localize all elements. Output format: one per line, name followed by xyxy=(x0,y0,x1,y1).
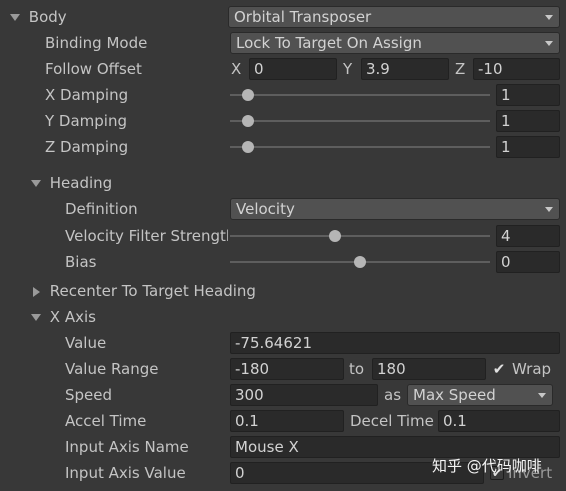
binding-mode-dropdown[interactable]: Lock To Target On Assign xyxy=(230,32,560,54)
dropdown-caret-icon xyxy=(545,207,553,212)
y-damping-field[interactable]: 1 xyxy=(496,110,560,132)
speed-as-label: as xyxy=(384,386,402,404)
x-axis-foldout[interactable]: X Axis xyxy=(31,306,96,328)
follow-offset-label: Follow Offset xyxy=(45,60,142,78)
value-range-min-field[interactable]: -180 xyxy=(230,358,344,380)
value-range-to-label: to xyxy=(349,360,365,378)
slider-thumb[interactable] xyxy=(354,256,366,268)
x-damping-slider[interactable] xyxy=(230,84,490,106)
foldout-expanded-icon xyxy=(31,180,41,187)
slider-thumb[interactable] xyxy=(242,89,254,101)
binding-mode-label: Binding Mode xyxy=(45,34,148,52)
slider-track xyxy=(230,146,490,148)
body-label: Body xyxy=(28,8,67,26)
decel-time-label: Decel Time xyxy=(350,412,434,430)
body-foldout[interactable]: Body xyxy=(10,6,67,28)
slider-track xyxy=(230,94,490,96)
definition-label: Definition xyxy=(65,200,138,218)
watermark-text: 知乎 @代码咖啡 xyxy=(432,457,542,475)
slider-thumb[interactable] xyxy=(329,230,341,242)
speed-mode-dropdown[interactable]: Max Speed xyxy=(407,384,553,406)
z-damping-field[interactable]: 1 xyxy=(496,136,560,158)
dropdown-caret-icon xyxy=(538,393,546,398)
recenter-label: Recenter To Target Heading xyxy=(49,282,256,300)
body-dropdown[interactable]: Orbital Transposer xyxy=(228,6,560,28)
value-range-label: Value Range xyxy=(65,360,159,378)
bias-field[interactable]: 0 xyxy=(496,251,560,273)
foldout-expanded-icon xyxy=(10,14,20,21)
y-damping-label: Y Damping xyxy=(45,112,128,130)
x-damping-field[interactable]: 1 xyxy=(496,84,560,106)
wrap-label: Wrap xyxy=(512,360,552,378)
input-axis-value-label: Input Axis Value xyxy=(65,464,186,482)
follow-offset-x-field[interactable]: 0 xyxy=(249,58,337,80)
foldout-collapsed-icon xyxy=(33,286,40,297)
follow-offset-x-label[interactable]: X xyxy=(231,58,241,80)
decel-time-field[interactable]: 0.1 xyxy=(438,410,560,432)
accel-time-label: Accel Time xyxy=(65,412,147,430)
slider-thumb[interactable] xyxy=(242,141,254,153)
binding-mode-value: Lock To Target On Assign xyxy=(236,34,422,52)
wrap-checkbox[interactable]: ✔ xyxy=(492,362,506,377)
follow-offset-y-label[interactable]: Y xyxy=(343,58,352,80)
recenter-foldout[interactable]: Recenter To Target Heading xyxy=(33,280,256,302)
bias-slider[interactable] xyxy=(230,251,490,273)
z-damping-label: Z Damping xyxy=(45,138,129,156)
velocity-filter-strength-label: Velocity Filter Strength xyxy=(65,227,228,245)
speed-field[interactable]: 300 xyxy=(230,384,378,406)
velocity-filter-strength-slider[interactable] xyxy=(230,225,490,247)
accel-time-field[interactable]: 0.1 xyxy=(230,410,344,432)
foldout-expanded-icon xyxy=(31,314,41,321)
input-axis-name-label: Input Axis Name xyxy=(65,438,189,456)
speed-mode-value: Max Speed xyxy=(413,386,496,404)
definition-dropdown[interactable]: Velocity xyxy=(230,198,560,220)
velocity-filter-strength-field[interactable]: 4 xyxy=(496,225,560,247)
follow-offset-z-field[interactable]: -10 xyxy=(473,58,560,80)
slider-track xyxy=(230,120,490,122)
follow-offset-z-label[interactable]: Z xyxy=(455,58,465,80)
x-damping-label: X Damping xyxy=(45,86,129,104)
follow-offset-y-field[interactable]: 3.9 xyxy=(361,58,449,80)
slider-track xyxy=(230,235,490,237)
dropdown-caret-icon xyxy=(545,15,553,20)
slider-thumb[interactable] xyxy=(242,115,254,127)
value-range-max-field[interactable]: 180 xyxy=(372,358,486,380)
speed-label: Speed xyxy=(65,386,113,404)
heading-label: Heading xyxy=(49,174,113,192)
z-damping-slider[interactable] xyxy=(230,136,490,158)
y-damping-slider[interactable] xyxy=(230,110,490,132)
heading-foldout[interactable]: Heading xyxy=(31,172,112,194)
bias-label: Bias xyxy=(65,253,97,271)
x-axis-label: X Axis xyxy=(49,308,96,326)
definition-value: Velocity xyxy=(236,200,295,218)
body-dropdown-value: Orbital Transposer xyxy=(234,8,372,26)
dropdown-caret-icon xyxy=(545,41,553,46)
value-label: Value xyxy=(65,334,107,352)
value-field[interactable]: -75.64621 xyxy=(230,332,560,354)
